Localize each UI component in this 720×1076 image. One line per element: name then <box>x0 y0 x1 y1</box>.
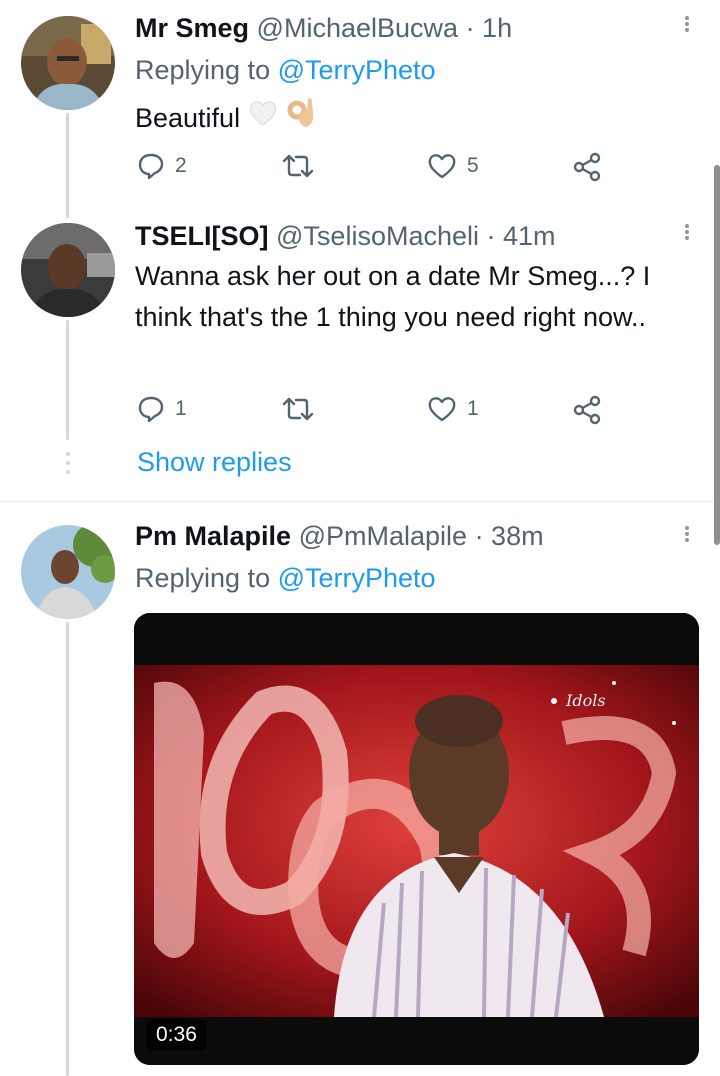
display-name[interactable]: TSELI[SO] <box>135 221 269 251</box>
like-count: 5 <box>467 154 479 177</box>
user-handle[interactable]: @MichaelBucwa <box>257 13 459 43</box>
thread-line <box>66 622 69 1076</box>
avatar[interactable] <box>21 223 115 317</box>
retweet-button[interactable] <box>282 152 324 180</box>
mention-link[interactable]: @TerryPheto <box>278 563 436 593</box>
share-icon <box>572 395 602 425</box>
reply-icon <box>137 152 165 180</box>
ok-hand-icon <box>286 95 316 141</box>
reply-count: 2 <box>175 154 187 177</box>
like-icon <box>427 395 457 423</box>
retweet-icon <box>282 395 314 423</box>
more-icon[interactable] <box>684 524 690 544</box>
mention-link[interactable]: @TerryPheto <box>278 55 436 85</box>
tweet-text: Wanna ask her out on a date Mr Smeg...? … <box>135 261 651 332</box>
thread-gap-dots <box>66 452 70 479</box>
replying-prefix: Replying to <box>135 563 271 593</box>
like-icon <box>427 152 457 180</box>
reply-count: 1 <box>175 397 187 420</box>
avatar[interactable] <box>21 525 115 619</box>
timestamp[interactable]: · 1h <box>466 13 513 43</box>
white-heart-icon <box>248 98 278 139</box>
tweet-header: Pm Malapile @PmMalapile · 38m <box>135 519 544 553</box>
retweet-button[interactable] <box>282 395 324 423</box>
user-handle[interactable]: @PmMalapile <box>299 521 467 551</box>
replying-to: Replying to @TerryPheto <box>135 53 436 87</box>
thread-line <box>66 113 69 218</box>
video-thumbnail <box>134 613 699 1065</box>
avatar[interactable] <box>21 16 115 110</box>
timestamp[interactable]: · 38m <box>475 521 544 551</box>
retweet-icon <box>282 152 314 180</box>
share-button[interactable] <box>572 152 602 182</box>
video-player[interactable]: Idols 0:36 <box>134 613 699 1065</box>
thread-line <box>66 320 69 440</box>
replying-to: Replying to @TerryPheto <box>135 561 436 595</box>
tweet-text: Beautiful <box>135 95 695 141</box>
reply-icon <box>137 395 165 423</box>
display-name[interactable]: Pm Malapile <box>135 521 291 551</box>
divider <box>0 501 720 502</box>
tweet-header: Mr Smeg @MichaelBucwa · 1h <box>135 11 512 45</box>
tweet-header: TSELI[SO] @TselisoMacheli · 41m <box>135 219 556 253</box>
display-name[interactable]: Mr Smeg <box>135 13 249 43</box>
video-logo: Idols <box>566 691 606 710</box>
replying-prefix: Replying to <box>135 55 271 85</box>
share-button[interactable] <box>572 395 602 425</box>
more-icon[interactable] <box>684 14 690 34</box>
show-replies-link[interactable]: Show replies <box>137 447 292 478</box>
more-icon[interactable] <box>684 222 690 242</box>
like-button[interactable]: 5 <box>427 152 479 180</box>
reply-button[interactable]: 2 <box>137 152 187 180</box>
share-icon <box>572 152 602 182</box>
user-handle[interactable]: @TselisoMacheli <box>276 221 479 251</box>
reply-button[interactable]: 1 <box>137 395 187 423</box>
like-count: 1 <box>467 397 479 420</box>
video-duration: 0:36 <box>146 1019 207 1051</box>
timestamp[interactable]: · 41m <box>487 221 556 251</box>
tweet-text-content: Beautiful <box>135 102 241 133</box>
scrollbar[interactable] <box>714 165 720 545</box>
like-button[interactable]: 1 <box>427 395 479 423</box>
